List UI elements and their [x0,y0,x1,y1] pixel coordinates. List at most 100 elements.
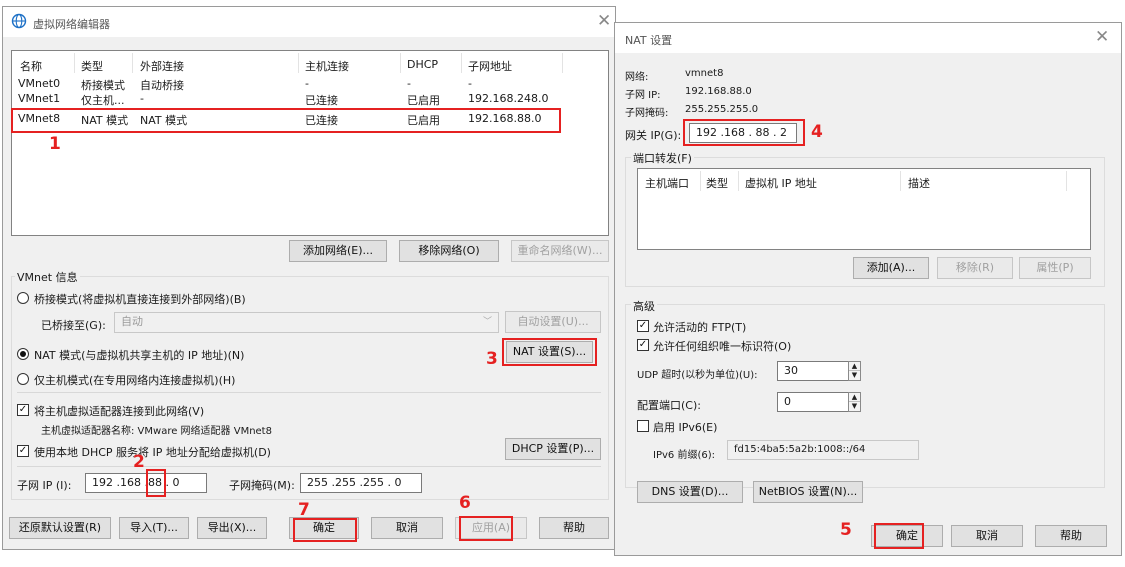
restore-defaults-button[interactable]: 还原默认设置(R) [9,517,111,539]
port-properties-button[interactable]: 属性(P) [1019,257,1091,279]
config-port-field[interactable]: 0 [777,392,849,412]
connect-adapter-checkbox[interactable]: ✓ [17,404,29,416]
bridged-label: 桥接模式(将虚拟机直接连接到外部网络)(B) [34,293,246,306]
port-forwarding-title: 端口转发(F) [631,150,694,166]
column-header-dhcp[interactable]: DHCP [407,58,438,71]
dhcp-checkbox[interactable]: ✓ [17,445,29,457]
close-icon[interactable]: ✕ [597,11,611,31]
network-label: 网络: [625,72,649,83]
subnet-mask-value: 255.255.255.0 [685,104,759,115]
nat-help-button[interactable]: 帮助 [1035,525,1107,547]
spin-up-icon[interactable]: ▲ [849,393,860,402]
import-button[interactable]: 导入(T)... [119,517,189,539]
column-divider [900,171,901,191]
allow-oui-checkbox[interactable]: ✓ [637,339,649,351]
column-header-subnet[interactable]: 子网地址 [468,58,512,74]
bridged-to-select[interactable]: 自动 ﹀ [114,312,499,333]
spin-down-icon[interactable]: ▼ [849,371,860,380]
highlight-box-step-4 [683,119,805,146]
close-icon[interactable]: ✕ [1095,27,1109,47]
globe-icon [11,13,27,29]
highlight-box-step-7 [293,518,357,542]
hostonly-radio[interactable] [17,373,29,385]
adapter-name-text: 主机虚拟适配器名称: VMware 网络适配器 VMnet8 [41,426,272,437]
cell: - [468,77,472,90]
spin-up-icon[interactable]: ▲ [849,362,860,371]
step-marker-6: 6 [459,493,471,513]
column-header-host-port[interactable]: 主机端口 [645,175,689,191]
highlight-box-step-1 [11,108,561,133]
config-port-spinner[interactable]: ▲ ▼ [848,392,861,412]
window-title: 虚拟网络编辑器 [33,18,110,31]
divider [17,466,601,467]
add-network-button[interactable]: 添加网络(E)... [289,240,387,262]
udp-timeout-spinner[interactable]: ▲ ▼ [848,361,861,381]
column-divider [1066,171,1067,191]
column-header-type[interactable]: 类型 [706,175,728,191]
nat-label: NAT 模式(与虚拟机共享主机的 IP 地址)(N) [34,349,245,362]
cell: 192.168.248.0 [468,92,549,105]
column-header-vm-ip[interactable]: 虚拟机 IP 地址 [745,175,817,191]
remove-port-button[interactable]: 移除(R) [937,257,1013,279]
udp-timeout-field[interactable]: 30 [777,361,849,381]
window-title: NAT 设置 [625,34,673,47]
allow-ftp-checkbox[interactable]: ✓ [637,320,649,332]
advanced-title: 高级 [631,298,657,314]
network-list[interactable]: 名称 类型 外部连接 主机连接 DHCP 子网地址 VMnet0 桥接模式 自动… [11,50,609,236]
chevron-down-icon: ﹀ [482,317,492,327]
cell: 桥接模式 [81,79,125,92]
allow-ftp-label: 允许活动的 FTP(T) [653,321,747,334]
highlight-box-step-5 [874,523,924,549]
netbios-settings-button[interactable]: NetBIOS 设置(N)... [753,481,863,503]
divider [17,392,601,393]
column-divider [738,171,739,191]
subnet-ip-value: 192.168.88.0 [685,86,752,97]
rename-network-button[interactable]: 重命名网络(W)... [511,240,609,262]
step-marker-5: 5 [840,520,852,540]
dhcp-settings-button[interactable]: DHCP 设置(P)... [505,438,601,460]
add-port-button[interactable]: 添加(A)... [853,257,929,279]
gateway-label: 网关 IP(G): [625,129,682,142]
step-marker-2: 2 [133,452,145,472]
ipv6-prefix-label: IPv6 前缀(6): [653,450,715,461]
dhcp-label: 使用本地 DHCP 服务将 IP 地址分配给虚拟机(D) [34,446,271,459]
column-header-external[interactable]: 外部连接 [140,58,184,74]
column-divider [461,53,462,73]
config-port-label: 配置端口(C): [637,399,701,412]
column-header-name[interactable]: 名称 [20,58,42,74]
cell: VMnet0 [18,77,61,90]
help-button[interactable]: 帮助 [539,517,609,539]
nat-cancel-button[interactable]: 取消 [951,525,1023,547]
ipv6-prefix-field[interactable]: fd15:4ba5:5a2b:1008::/64 [727,440,919,460]
cell: 仅主机... [81,94,125,107]
port-forwarding-list[interactable]: 主机端口 类型 虚拟机 IP 地址 描述 [637,168,1091,250]
column-divider [700,171,701,191]
step-marker-4: 4 [811,122,823,142]
network-value: vmnet8 [685,68,724,79]
virtual-network-editor-window: 虚拟网络编辑器 ✕ 名称 类型 外部连接 主机连接 DHCP 子网地址 VMne… [2,6,616,550]
export-button[interactable]: 导出(X)... [197,517,267,539]
nat-radio[interactable] [17,348,29,360]
dns-settings-button[interactable]: DNS 设置(D)... [637,481,743,503]
allow-oui-label: 允许任何组织唯一标识符(O) [653,340,792,353]
bridged-radio[interactable] [17,292,29,304]
auto-settings-button[interactable]: 自动设置(U)... [505,311,601,333]
spin-down-icon[interactable]: ▼ [849,402,860,411]
column-header-description[interactable]: 描述 [908,175,930,191]
subnet-mask-field[interactable]: 255 .255 .255 . 0 [300,473,422,493]
highlight-box-step-6 [459,516,513,541]
cell: - [407,77,411,90]
column-header-type[interactable]: 类型 [81,58,103,74]
cell: - [140,92,144,105]
nat-settings-window: NAT 设置 ✕ 网络: vmnet8 子网 IP: 192.168.88.0 … [614,22,1122,556]
column-divider [132,53,133,73]
column-divider [400,53,401,73]
column-header-host[interactable]: 主机连接 [305,58,349,74]
highlight-box-step-2 [146,469,166,497]
subnet-ip-label: 子网 IP: [625,90,661,101]
enable-ipv6-checkbox[interactable] [637,420,649,432]
cancel-button[interactable]: 取消 [371,517,443,539]
remove-network-button[interactable]: 移除网络(O) [399,240,499,262]
enable-ipv6-label: 启用 IPv6(E) [653,421,718,434]
step-marker-1: 1 [49,134,61,154]
